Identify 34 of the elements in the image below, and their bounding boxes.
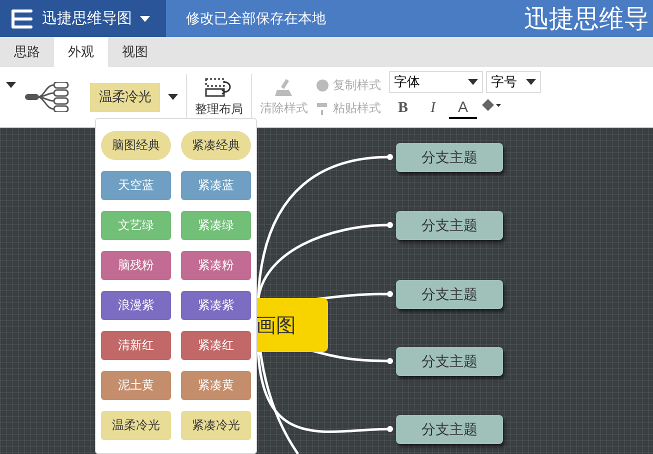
brand-title: 迅捷思维导 <box>524 4 649 35</box>
theme-option[interactable]: 紧凑冷光 <box>181 411 251 440</box>
caret-icon <box>6 82 16 88</box>
theme-option[interactable]: 紧凑粉 <box>181 251 251 280</box>
branch-topic[interactable]: 分支主题 <box>396 280 503 309</box>
branch-topic[interactable]: 分支主题 <box>396 415 503 444</box>
caret-icon <box>526 79 536 85</box>
font-size-select[interactable]: 字号 <box>486 71 541 93</box>
paint-roller-icon <box>316 102 329 115</box>
theme-option[interactable]: 脑图经典 <box>101 131 171 160</box>
caret-icon <box>468 79 478 85</box>
save-status: 修改已全部保存在本地 <box>186 10 327 28</box>
theme-option[interactable]: 浪漫紫 <box>101 291 171 320</box>
brush-icon <box>273 78 295 98</box>
theme-option[interactable]: 紧凑经典 <box>181 131 251 160</box>
caret-icon <box>140 16 150 22</box>
mindmap-logo-icon <box>10 8 34 30</box>
theme-option[interactable]: 紧凑红 <box>181 331 251 360</box>
branch-topic[interactable]: 分支主题 <box>396 347 503 376</box>
tab[interactable]: 外观 <box>54 37 108 67</box>
tab[interactable]: 思路 <box>0 37 54 67</box>
branch-topic[interactable]: 分支主题 <box>396 143 503 172</box>
tab[interactable]: 视图 <box>108 37 162 67</box>
structure-icon[interactable] <box>24 82 70 112</box>
layout-label[interactable]: 整理布局 <box>195 100 243 118</box>
theme-button[interactable]: 温柔冷光 <box>90 82 160 112</box>
theme-option[interactable]: 温柔冷光 <box>101 411 171 440</box>
caret-icon <box>168 94 178 100</box>
font-select[interactable]: 字体 <box>389 71 483 93</box>
theme-option[interactable]: 清新红 <box>101 331 171 360</box>
app-menu-button[interactable]: 迅捷思维导图 <box>0 0 166 37</box>
branch-topic[interactable]: 分支主题 <box>396 211 503 240</box>
theme-option[interactable]: 紧凑紫 <box>181 291 251 320</box>
theme-option[interactable]: 脑残粉 <box>101 251 171 280</box>
